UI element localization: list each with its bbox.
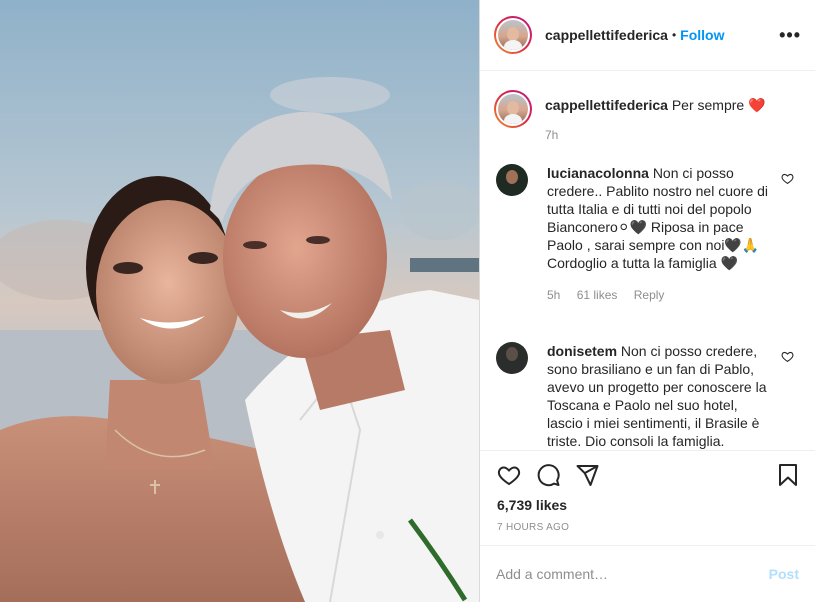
add-comment-bar: Post bbox=[480, 545, 815, 602]
photo-image bbox=[0, 0, 479, 602]
comment-item: lucianacolonna Non ci posso credere.. Pa… bbox=[496, 164, 806, 304]
like-comment-icon[interactable] bbox=[781, 172, 794, 185]
author-username[interactable]: cappellettifederica bbox=[545, 27, 668, 43]
comment-meta: 5h 61 likes Reply bbox=[547, 286, 773, 304]
caption-time[interactable]: 7h bbox=[545, 126, 766, 144]
comment-username[interactable]: donisetem bbox=[547, 343, 617, 359]
comment-username[interactable]: lucianacolonna bbox=[547, 165, 649, 181]
post-sidebar: cappellettifederica • Follow ••• cappell… bbox=[479, 0, 815, 602]
commenter-avatar[interactable] bbox=[496, 342, 528, 374]
post-photo[interactable] bbox=[0, 0, 479, 602]
caption-text: Per sempre bbox=[671, 97, 745, 113]
header-separator: • bbox=[671, 28, 677, 42]
reply-button[interactable]: Reply bbox=[634, 288, 665, 302]
heart-icon[interactable] bbox=[496, 463, 522, 487]
add-comment-input[interactable] bbox=[496, 566, 769, 582]
bookmark-icon[interactable] bbox=[777, 463, 799, 487]
more-icon[interactable]: ••• bbox=[779, 26, 801, 44]
post-timestamp[interactable]: 7 HOURS AGO bbox=[497, 522, 569, 533]
comment-item: donisetem Non ci posso credere, sono bra… bbox=[496, 342, 806, 450]
caption-username[interactable]: cappellettifederica bbox=[545, 97, 668, 113]
follow-button[interactable]: Follow bbox=[680, 27, 724, 43]
caption: cappellettifederica Per sempre ❤️ 7h bbox=[494, 90, 766, 144]
likes-count[interactable]: 6,739 likes bbox=[497, 497, 567, 513]
post-comment-button[interactable]: Post bbox=[769, 566, 799, 582]
post-header: cappellettifederica • Follow ••• bbox=[480, 0, 815, 71]
author-avatar[interactable] bbox=[494, 16, 532, 54]
red-heart-emoji: ❤️ bbox=[748, 97, 766, 113]
comments-list[interactable]: cappellettifederica Per sempre ❤️ 7h luc… bbox=[480, 72, 815, 450]
like-comment-icon[interactable] bbox=[781, 350, 794, 363]
share-icon[interactable] bbox=[575, 463, 600, 487]
comment-likes[interactable]: 61 likes bbox=[577, 288, 618, 302]
comment-time[interactable]: 5h bbox=[547, 288, 560, 302]
commenter-avatar[interactable] bbox=[496, 164, 528, 196]
caption-avatar[interactable] bbox=[494, 90, 532, 128]
post-actions: 6,739 likes 7 HOURS AGO bbox=[480, 450, 815, 545]
comment-icon[interactable] bbox=[536, 463, 561, 487]
